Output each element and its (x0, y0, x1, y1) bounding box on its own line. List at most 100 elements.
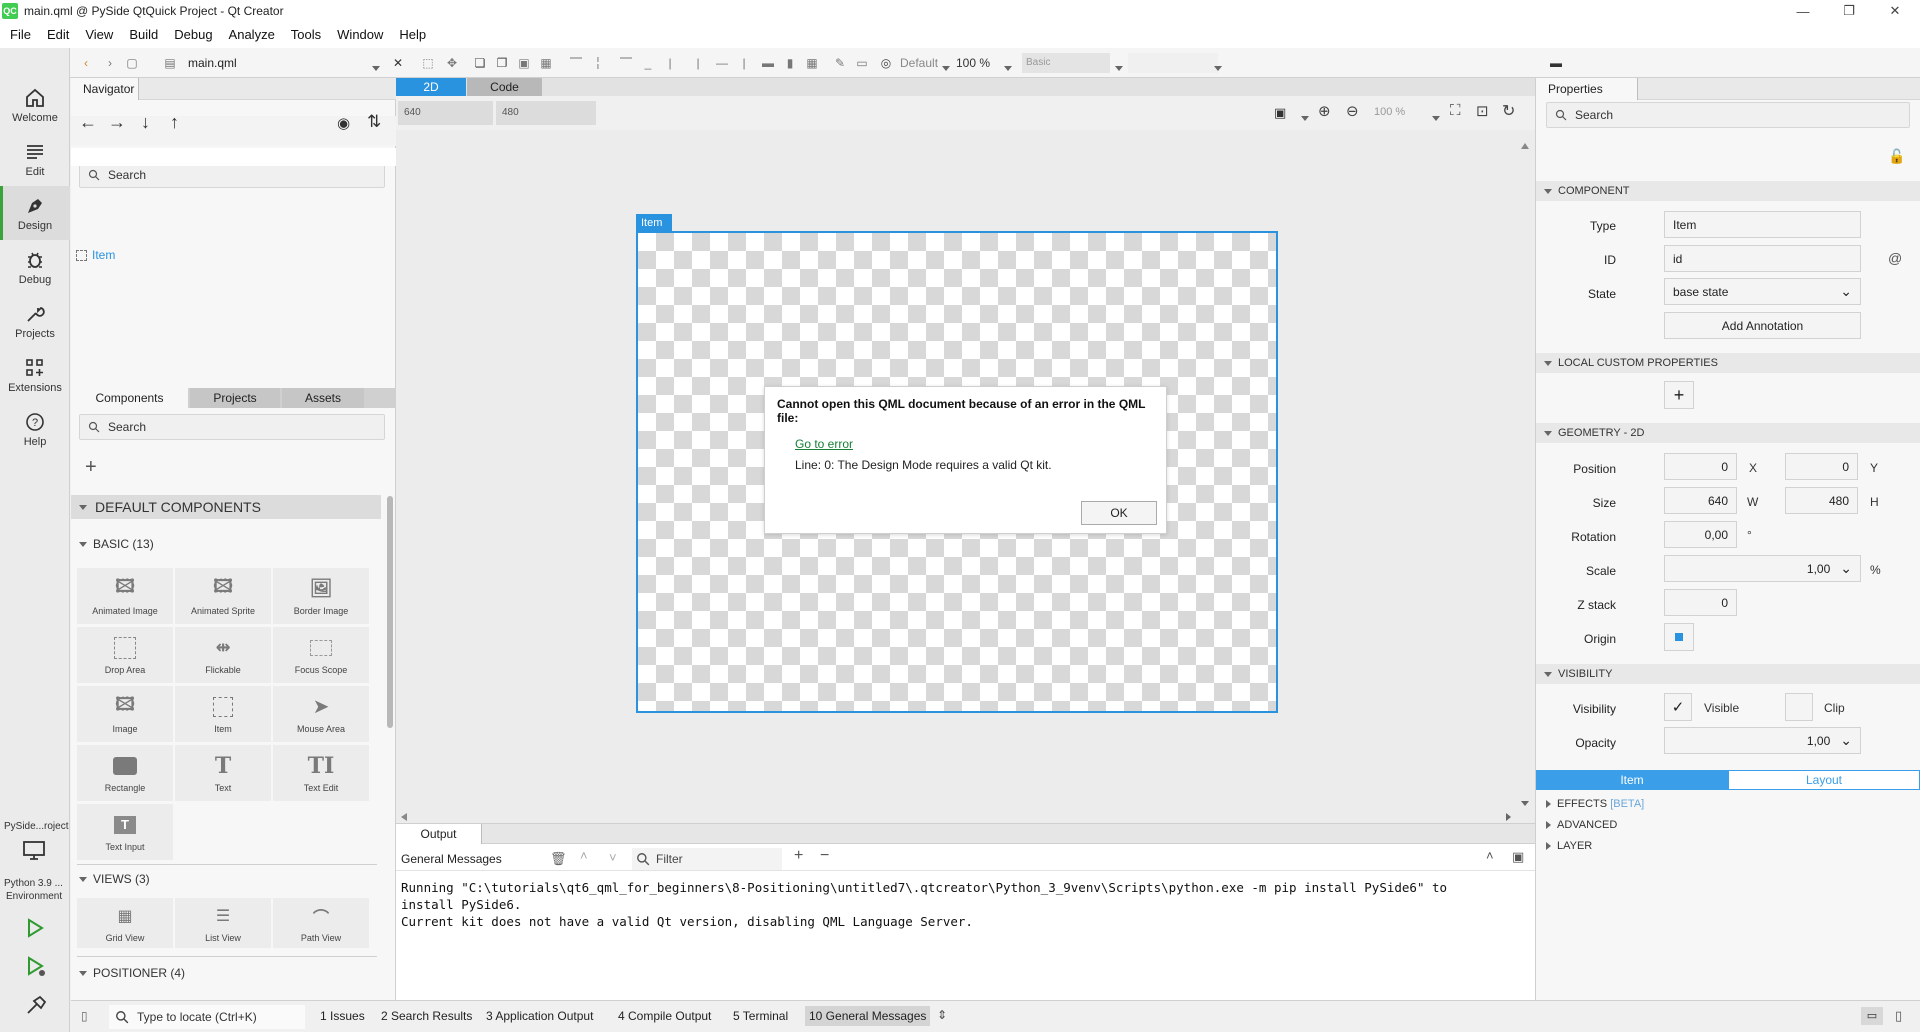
component-drop-area[interactable]: Drop Area (77, 627, 173, 683)
previous-item-icon[interactable]: ˄ (580, 848, 588, 863)
decrease-font-icon[interactable]: − (820, 847, 829, 865)
component-text-edit[interactable]: TI Text Edit (273, 745, 369, 801)
views-section-header[interactable]: VIEWS (3) (71, 872, 381, 886)
toggle-right-sidebar-icon[interactable]: ▯ (1895, 1008, 1902, 1024)
id-field[interactable]: id (1664, 245, 1861, 272)
progress-details-icon[interactable]: ▭ (1861, 1007, 1883, 1025)
component-section-header[interactable]: COMPONENT (1536, 181, 1920, 201)
scale-field[interactable]: 1,00 ⌄ (1664, 555, 1861, 582)
tab-components[interactable]: Components (71, 388, 188, 408)
state-dropdown[interactable]: base state ⌄ (1664, 278, 1861, 305)
style-dropdown-icon[interactable] (1115, 60, 1123, 74)
canvas-height-field[interactable]: 480 (496, 101, 596, 125)
tab-navigator[interactable]: Navigator (71, 78, 139, 100)
component-animated-image[interactable]: 🖾 Animated Image (77, 568, 173, 624)
row-layout-icon[interactable]: ▬ (760, 55, 776, 71)
align-left-icon[interactable]: _ (640, 55, 656, 71)
pane-application-output[interactable]: 3 Application Output (486, 1009, 593, 1023)
default-components-header[interactable]: DEFAULT COMPONENTS (71, 495, 381, 519)
zstack-field[interactable]: 0 (1664, 589, 1737, 616)
tab-2d[interactable]: 2D (396, 78, 466, 96)
tab-properties[interactable]: Properties (1536, 78, 1638, 100)
menu-analyze[interactable]: Analyze (221, 22, 283, 48)
state-dropdown-icon[interactable] (942, 60, 950, 74)
add-module-button[interactable]: + (85, 456, 97, 479)
properties-search-input[interactable]: Search (1546, 102, 1910, 128)
menu-edit[interactable]: Edit (39, 22, 77, 48)
align-vcenter-icon[interactable]: ╎ (590, 55, 606, 71)
locator-input[interactable]: Type to locate (Ctrl+K) (109, 1005, 305, 1029)
menu-help[interactable]: Help (391, 22, 434, 48)
kit-selector[interactable] (22, 840, 48, 865)
component-item[interactable]: Item (175, 686, 271, 742)
mode-welcome[interactable]: Welcome (0, 78, 70, 132)
reset-view-icon[interactable]: ↻ (1502, 101, 1515, 121)
canvas-scroll-down-icon[interactable] (1521, 795, 1529, 809)
arrow-down-icon[interactable]: ↓ (141, 112, 150, 133)
layer-section-header[interactable]: LAYER (1546, 840, 1592, 852)
delete-icon[interactable]: ▦ (538, 55, 554, 71)
comment-icon[interactable]: ▬ (1548, 55, 1564, 71)
menu-tools[interactable]: Tools (283, 22, 329, 48)
mode-projects[interactable]: Projects (0, 294, 70, 348)
add-property-button[interactable]: + (1664, 381, 1694, 409)
fit-all-icon[interactable]: ⛶ (1450, 102, 1461, 119)
toggle-sidebar-icon[interactable]: ▯ (81, 1009, 88, 1023)
component-text-input[interactable]: T Text Input (77, 804, 173, 860)
debug-run-button[interactable] (25, 956, 47, 981)
tab-projects[interactable]: Projects (190, 388, 280, 408)
selected-item-tag[interactable]: Item (636, 214, 672, 232)
arrow-up-icon[interactable]: ↑ (170, 112, 179, 133)
component-animated-sprite[interactable]: 🖾 Animated Sprite (175, 568, 271, 624)
size-width-field[interactable]: 640 (1664, 487, 1737, 514)
hide-output-icon[interactable]: ▣ (1512, 849, 1524, 865)
lock-icon[interactable]: ▢ (124, 55, 140, 71)
components-scrollbar[interactable] (387, 496, 393, 728)
opacity-field[interactable]: 1,00 ⌄ (1664, 727, 1861, 754)
distribute-v-icon[interactable]: | (736, 55, 752, 71)
pane-terminal[interactable]: 5 Terminal (733, 1009, 788, 1023)
menu-debug[interactable]: Debug (166, 22, 220, 48)
annotation-icon[interactable]: ▭ (854, 55, 870, 71)
open-file-name[interactable]: main.qml (188, 56, 237, 70)
close-document-icon[interactable]: ✕ (390, 55, 406, 71)
theme-dropdown-icon[interactable] (1214, 60, 1222, 74)
positioner-section-header[interactable]: POSITIONER (4) (71, 966, 381, 980)
align-right-icon[interactable]: | (690, 55, 706, 71)
canvas-width-field[interactable]: 640 (398, 101, 493, 125)
zoom-out-icon[interactable]: ⊖ (1346, 102, 1359, 120)
type-field[interactable]: Item (1664, 211, 1861, 238)
clear-output-icon[interactable]: 🗑 (550, 851, 567, 867)
component-border-image[interactable]: 🖼 Border Image (273, 568, 369, 624)
menu-window[interactable]: Window (329, 22, 391, 48)
theme-selector[interactable] (1128, 53, 1218, 73)
canvas-scroll-left-icon[interactable] (401, 810, 407, 824)
add-annotation-button[interactable]: Add Annotation (1664, 312, 1861, 339)
component-mouse-area[interactable]: ➤ Mouse Area (273, 686, 369, 742)
run-button[interactable] (25, 918, 45, 941)
background-color-icon[interactable]: ▣ (1274, 105, 1286, 121)
mode-help[interactable]: ? Help (0, 402, 70, 456)
mode-extensions[interactable]: Extensions (0, 348, 70, 402)
align-hcenter-icon[interactable]: | (662, 55, 678, 71)
position-y-field[interactable]: 0 (1785, 453, 1858, 480)
output-pane-selector[interactable]: General Messages (401, 852, 502, 866)
duplicate-icon[interactable]: ▣ (516, 55, 532, 71)
canvas-zoom-dropdown-icon[interactable] (1432, 110, 1440, 124)
components-search-input[interactable]: Search (79, 414, 385, 440)
tab-assets[interactable]: Assets (282, 388, 364, 408)
minimize-button[interactable]: — (1780, 0, 1826, 22)
edit-component-icon[interactable]: ✎ (832, 55, 848, 71)
align-bottom-icon[interactable]: ⎺ (618, 55, 634, 71)
position-x-field[interactable]: 0 (1664, 453, 1737, 480)
menu-file[interactable]: File (2, 22, 39, 48)
clip-checkbox[interactable] (1785, 693, 1813, 721)
size-height-field[interactable]: 480 (1785, 487, 1858, 514)
canvas-scroll-up-icon[interactable] (1521, 138, 1529, 152)
navigator-tree-item[interactable]: Item (76, 248, 115, 262)
distribute-h-icon[interactable]: — (714, 55, 730, 71)
file-dropdown-icon[interactable] (372, 60, 380, 74)
origin-picker[interactable] (1664, 623, 1694, 651)
more-panes-icon[interactable]: ⇕ (937, 1008, 947, 1022)
mode-design[interactable]: Design (0, 186, 70, 240)
